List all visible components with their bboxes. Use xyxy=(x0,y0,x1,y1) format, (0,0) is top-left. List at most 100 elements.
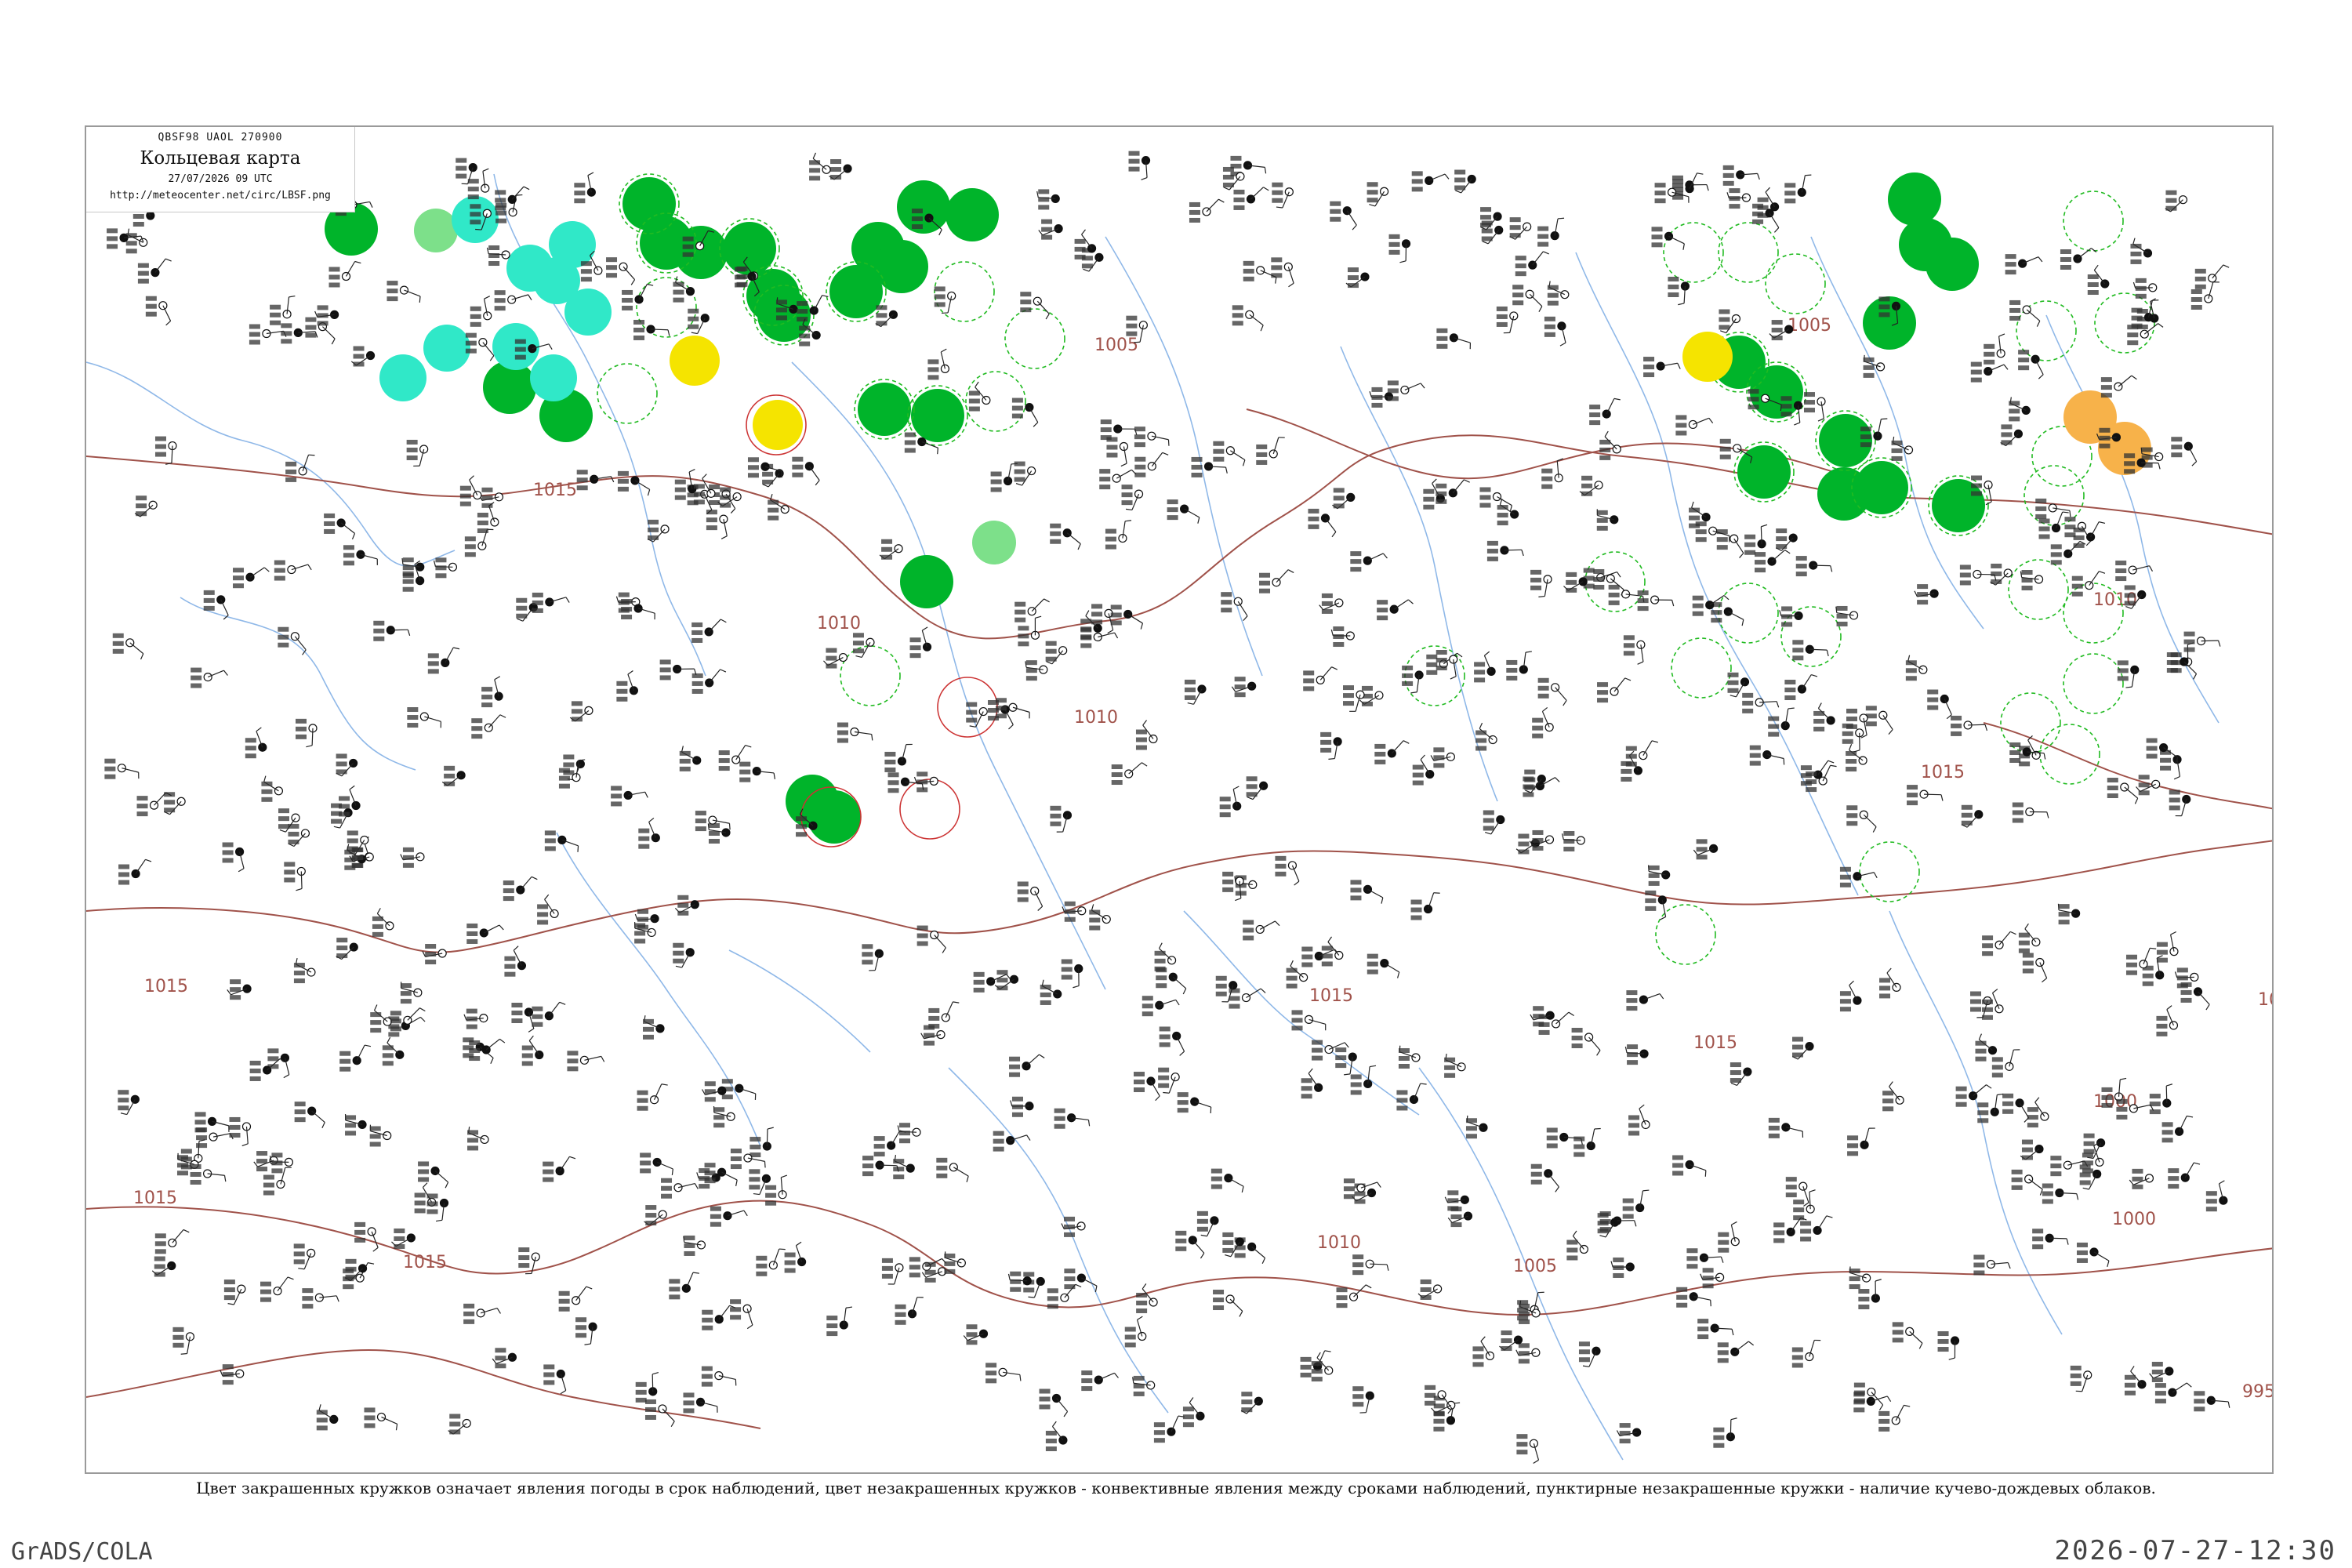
plotted-value-mark xyxy=(2169,797,2180,803)
wind-barb xyxy=(1529,293,1543,307)
plotted-value-mark xyxy=(1776,528,1788,534)
station-symbol xyxy=(369,1124,392,1147)
plotted-value-mark xyxy=(1793,1200,1805,1205)
plotted-value-mark xyxy=(2071,583,2083,589)
wind-barb-feather xyxy=(1132,1377,1134,1384)
station-symbol xyxy=(659,659,697,681)
plotted-value-mark xyxy=(1718,1240,1730,1245)
plotted-value-mark xyxy=(862,1163,874,1169)
plotted-value-mark xyxy=(558,783,570,789)
plotted-value-mark xyxy=(1210,1176,1222,1181)
wind-barb-feather xyxy=(1561,833,1564,840)
plotted-value-mark xyxy=(862,944,873,949)
station-symbol xyxy=(691,669,727,694)
plotted-value-mark xyxy=(532,1006,543,1011)
station-symbol xyxy=(1196,1210,1219,1237)
plotted-value-mark xyxy=(1402,681,1414,686)
plotted-value-mark xyxy=(749,1177,760,1182)
wind-barb-feather xyxy=(1543,251,1549,255)
plotted-value-mark xyxy=(2099,435,2111,441)
plotted-value-mark xyxy=(1433,755,1445,760)
plotted-value-mark xyxy=(382,1061,394,1066)
wind-barb-feather xyxy=(1352,224,1357,230)
plotted-value-mark xyxy=(1571,1027,1583,1033)
station-symbol xyxy=(2205,1180,2228,1212)
wind-barb-feather xyxy=(484,296,491,299)
plotted-value-mark xyxy=(353,346,365,351)
station-symbol xyxy=(1775,528,1798,551)
plotted-value-mark xyxy=(1121,485,1133,490)
plotted-value-mark xyxy=(2180,989,2192,995)
plotted-value-mark xyxy=(1625,753,1637,759)
plotted-value-mark xyxy=(1450,1222,1462,1228)
wind-barb-feather xyxy=(1444,173,1450,180)
station-symbol xyxy=(1444,1190,1469,1211)
wind-barb-feather xyxy=(1035,615,1042,619)
wind-barb-feather xyxy=(2082,1187,2089,1190)
plotted-value-mark xyxy=(2166,668,2178,673)
plotted-value-mark xyxy=(1981,1014,1993,1020)
wind-barb xyxy=(2026,309,2041,321)
plotted-value-mark xyxy=(1483,818,1494,823)
station-symbol xyxy=(191,667,228,688)
wind-barb xyxy=(1734,1341,1749,1352)
plotted-value-mark xyxy=(1836,605,1848,611)
plotted-value-mark xyxy=(633,335,645,340)
plotted-value-mark xyxy=(2050,552,2062,557)
plotted-value-mark xyxy=(414,1200,426,1206)
plotted-value-mark xyxy=(1648,873,1660,878)
wind-barb-feather xyxy=(1276,206,1283,209)
plotted-value-mark xyxy=(571,709,583,714)
plotted-value-mark xyxy=(1486,540,1498,546)
plotted-value-mark xyxy=(1891,456,1903,461)
plotted-value-mark xyxy=(1613,1272,1624,1278)
plotted-value-mark xyxy=(1134,1080,1145,1085)
plotted-value-mark xyxy=(390,1018,401,1024)
plotted-value-mark xyxy=(1530,1179,1542,1185)
plotted-value-mark xyxy=(1014,601,1026,607)
isobar-label: 1015 xyxy=(1309,986,1353,1006)
station-symbol xyxy=(1625,740,1658,767)
isobar-label: 995 xyxy=(2242,1382,2274,1402)
plotted-value-mark xyxy=(830,167,842,172)
plotted-value-mark xyxy=(1350,559,1362,564)
station-symbol xyxy=(492,1348,517,1369)
plotted-value-mark xyxy=(196,1143,208,1149)
plotted-value-mark xyxy=(2132,1184,2143,1189)
plotted-value-mark xyxy=(1955,1094,1967,1099)
wind-barb-feather xyxy=(333,826,340,829)
wind-barb-feather xyxy=(720,535,728,539)
plotted-value-mark xyxy=(1847,1151,1859,1156)
plotted-value-mark xyxy=(1643,365,1655,370)
plotted-value-mark xyxy=(691,630,703,635)
station-symbol xyxy=(1686,1248,1724,1269)
wind-barb-feather xyxy=(523,186,530,191)
plotted-value-mark xyxy=(1571,1043,1583,1048)
plotted-value-mark xyxy=(1320,747,1332,753)
wind-barb xyxy=(322,326,336,339)
station-symbol xyxy=(637,1083,668,1111)
plotted-value-mark xyxy=(1722,180,1734,186)
plotted-value-mark xyxy=(571,717,583,722)
plotted-value-mark xyxy=(2100,385,2112,390)
source-link[interactable]: http://meteocenter.net/circ/LBSF.png xyxy=(86,190,354,201)
plotted-value-mark xyxy=(1645,906,1657,911)
plotted-value-mark xyxy=(1813,710,1825,716)
plotted-value-mark xyxy=(1367,953,1378,959)
plotted-value-mark xyxy=(1654,198,1666,204)
plotted-value-mark xyxy=(799,341,811,347)
plotted-value-mark xyxy=(1465,1118,1477,1123)
plotted-value-mark xyxy=(2009,408,2020,414)
station-symbol xyxy=(1189,198,1225,223)
plotted-value-mark xyxy=(2083,1133,2095,1138)
wind-barb-feather xyxy=(1776,701,1780,708)
wind-barb-feather xyxy=(1509,505,1512,512)
plotted-value-mark xyxy=(1234,684,1246,690)
wind-barb xyxy=(356,1044,365,1061)
plotted-value-mark xyxy=(104,766,116,771)
plotted-value-mark xyxy=(1519,1303,1530,1308)
station-symbol xyxy=(1009,1054,1045,1077)
wind-barb-feather xyxy=(1830,764,1837,768)
plotted-value-mark xyxy=(2161,1122,2173,1127)
station-symbol xyxy=(2009,299,2041,327)
